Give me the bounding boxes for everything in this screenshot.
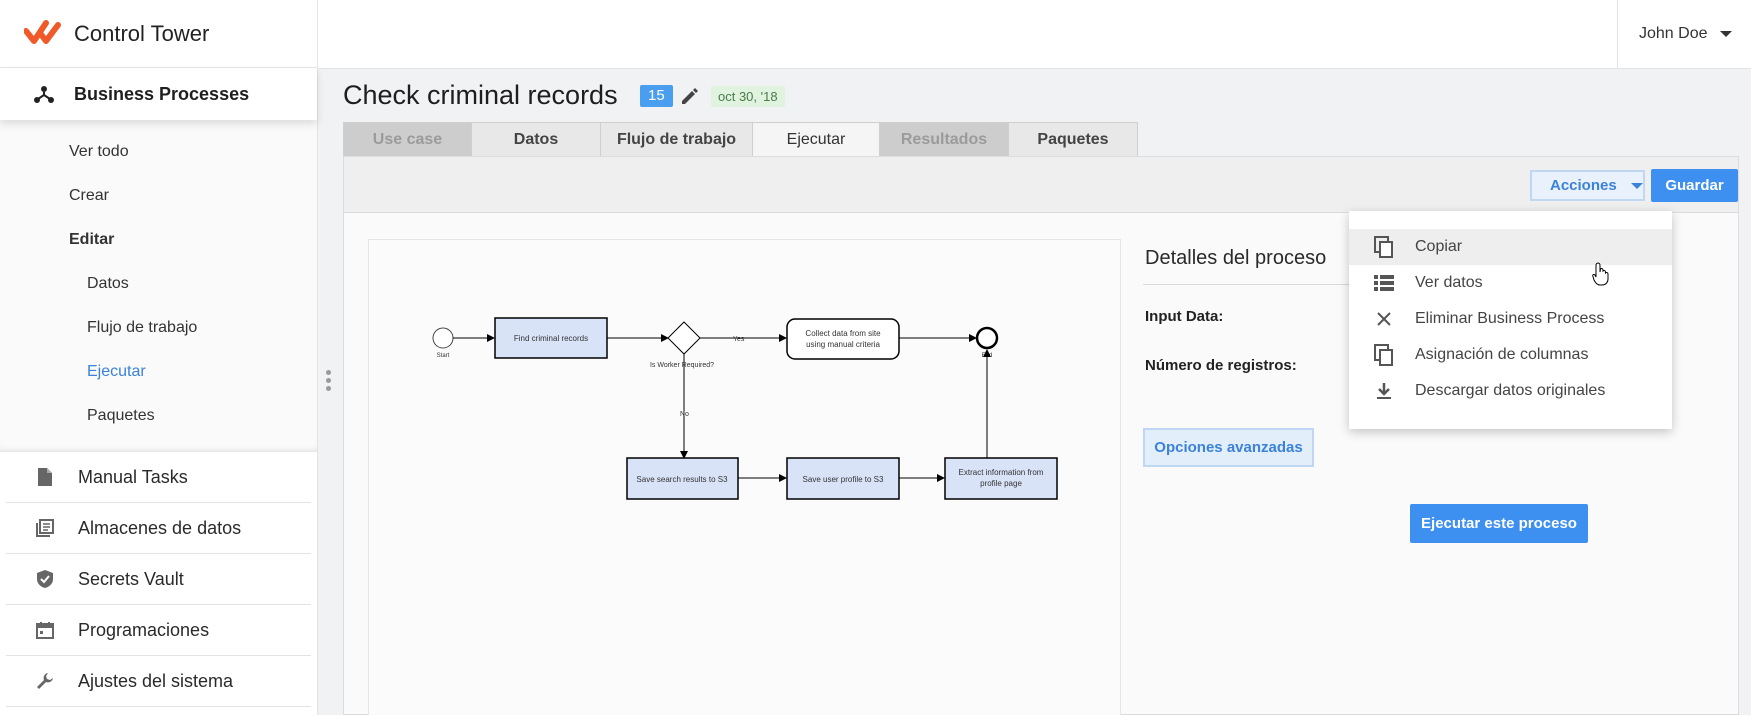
tab-resultados[interactable]: Resultados <box>879 122 1009 156</box>
run-process-button[interactable]: Ejecutar este proceso <box>1410 504 1588 543</box>
menu-item-asignacion-columnas[interactable]: Asignación de columnas <box>1349 337 1672 373</box>
subnav-flujo-de-trabajo[interactable]: Flujo de trabajo <box>0 306 317 350</box>
sidebar-nav-list: Manual Tasks Almacenes de datos Secrets … <box>6 452 311 707</box>
actions-dropdown-menu: Copiar Ver datos Eliminar Business Proce… <box>1349 211 1672 429</box>
menu-item-label: Descargar datos originales <box>1415 382 1606 399</box>
hub-icon <box>34 86 54 103</box>
sidebar-item-business-processes[interactable]: Business Processes <box>0 68 317 120</box>
subnav-editar[interactable]: Editar <box>0 218 317 262</box>
advanced-options-button[interactable]: Opciones avanzadas <box>1143 428 1314 467</box>
sidebar-item-ajustes[interactable]: Ajustes del sistema <box>6 656 311 707</box>
task-collect-line1: Collect data from site <box>805 329 881 338</box>
task-collect-data <box>786 318 900 360</box>
gateway-label: Is Worker Required? <box>650 362 714 369</box>
logo-icon <box>24 19 61 44</box>
menu-item-ver-datos[interactable]: Ver datos <box>1349 265 1672 301</box>
menu-item-label: Copiar <box>1415 238 1463 255</box>
tab-paquetes[interactable]: Paquetes <box>1008 122 1138 156</box>
details-title: Detalles del proceso <box>1143 239 1375 285</box>
tab-datos[interactable]: Datos <box>471 122 601 156</box>
menu-item-eliminar[interactable]: Eliminar Business Process <box>1349 301 1672 337</box>
chevron-down-icon <box>1719 31 1732 37</box>
calendar-icon <box>34 619 56 641</box>
subnav-paquetes[interactable]: Paquetes <box>0 394 317 438</box>
sidebar-item-label: Secrets Vault <box>78 568 184 589</box>
actions-label: Acciones <box>1550 177 1617 194</box>
input-data-label: Input Data: <box>1145 308 1224 325</box>
download-icon <box>1373 380 1395 402</box>
record-count-label: Número de registros: <box>1145 357 1297 374</box>
workflow-canvas: Start Find criminal records Is Worker Re… <box>432 317 1058 500</box>
subnav-ver-todo[interactable]: Ver todo <box>0 130 317 174</box>
sidebar-subnav: Ver todo Crear Editar Datos Flujo de tra… <box>0 120 317 452</box>
sidebar-resize-handle[interactable] <box>326 368 334 396</box>
top-bar: John Doe <box>318 0 1751 69</box>
count-badge: 15 <box>640 85 673 107</box>
library-icon <box>34 517 56 539</box>
tab-flujo-de-trabajo[interactable]: Flujo de trabajo <box>600 122 753 156</box>
flow-extract-end <box>987 349 1001 458</box>
sidebar-item-label: Ajustes del sistema <box>78 670 234 691</box>
tab-bar: Use case Datos Flujo de trabajo Ejecutar… <box>343 122 1138 157</box>
chevron-down-icon <box>1630 182 1643 189</box>
copy-icon <box>1373 236 1395 258</box>
end-event <box>975 326 999 350</box>
tab-ejecutar[interactable]: Ejecutar <box>752 122 880 157</box>
close-icon <box>1373 308 1395 330</box>
sidebar-item-programaciones[interactable]: Programaciones <box>6 605 311 656</box>
task-collect-line2: using manual criteria <box>806 340 880 349</box>
wrench-icon <box>34 670 56 692</box>
menu-item-label: Asignación de columnas <box>1415 346 1589 363</box>
menu-item-label: Ver datos <box>1415 274 1483 291</box>
sidebar-item-secrets-vault[interactable]: Secrets Vault <box>6 554 311 605</box>
actions-button[interactable]: Acciones <box>1530 170 1645 201</box>
gateway-worker-required <box>667 321 701 355</box>
page-title: Check criminal records <box>343 80 618 110</box>
menu-item-descargar[interactable]: Descargar datos originales <box>1349 373 1672 409</box>
copy-icon <box>1373 344 1395 366</box>
workflow-diagram[interactable]: Start Find criminal records Is Worker Re… <box>368 239 1121 715</box>
task-extract-line2: profile page <box>980 479 1022 488</box>
panel-toolbar: Acciones Guardar <box>344 157 1738 213</box>
task-save-search-label: Save search results to S3 <box>636 475 728 484</box>
task-save-profile-label: Save user profile to S3 <box>803 475 884 484</box>
user-menu[interactable]: John Doe <box>1617 0 1751 68</box>
hand-cursor-icon <box>1592 262 1609 286</box>
date-badge: oct 30, '18 <box>711 86 785 107</box>
user-name: John Doe <box>1639 25 1708 42</box>
list-icon <box>1373 272 1395 294</box>
brand[interactable]: Control Tower <box>0 0 317 68</box>
menu-item-copiar[interactable]: Copiar <box>1349 229 1672 265</box>
sidebar: Control Tower Business Processes Ver tod… <box>0 0 318 715</box>
pencil-icon[interactable] <box>679 85 701 107</box>
document-icon <box>34 466 56 488</box>
subnav-crear[interactable]: Crear <box>0 174 317 218</box>
tab-use-case[interactable]: Use case <box>343 122 472 156</box>
sidebar-item-label: Manual Tasks <box>78 466 188 487</box>
sidebar-item-almacenes[interactable]: Almacenes de datos <box>6 503 311 554</box>
subnav-datos[interactable]: Datos <box>0 262 317 306</box>
sidebar-section-label: Business Processes <box>74 83 250 104</box>
shield-icon <box>34 568 56 590</box>
start-label: Start <box>437 353 450 359</box>
sidebar-item-label: Programaciones <box>78 619 210 640</box>
task-find-label: Find criminal records <box>514 334 588 343</box>
sidebar-item-manual-tasks[interactable]: Manual Tasks <box>6 452 311 503</box>
start-event <box>432 327 454 349</box>
sidebar-item-label: Almacenes de datos <box>78 517 242 538</box>
app-title: Control Tower <box>74 20 210 46</box>
subnav-ejecutar[interactable]: Ejecutar <box>0 350 317 394</box>
no-label: No <box>680 411 689 418</box>
yes-label: Yes <box>733 336 745 343</box>
save-button[interactable]: Guardar <box>1651 169 1738 202</box>
menu-item-label: Eliminar Business Process <box>1415 310 1605 327</box>
task-extract-line1: Extract information from <box>959 468 1044 477</box>
